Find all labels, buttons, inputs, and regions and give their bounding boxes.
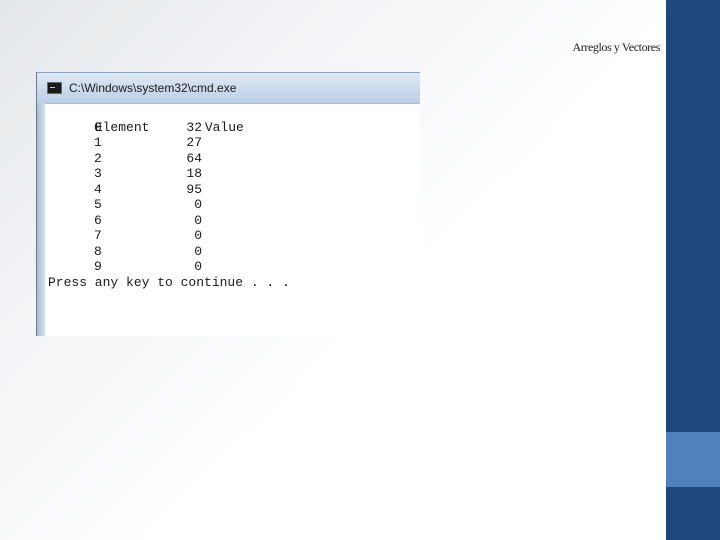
header-row: Element Value (48, 104, 420, 135)
element-value: 27 (186, 135, 202, 150)
table-row: 3 18 (48, 166, 420, 182)
element-value: 0 (194, 228, 202, 243)
element-value: 95 (186, 181, 202, 197)
element-value: 64 (186, 150, 202, 166)
cmd-window[interactable]: C:\Windows\system32\cmd.exe Element Value… (36, 72, 420, 336)
element-index: 9 (94, 259, 102, 274)
continue-prompt: Press any key to continue . . . (48, 274, 290, 290)
cmd-icon (47, 82, 62, 94)
sidebar-accent (666, 432, 720, 487)
cmd-left-border (37, 103, 45, 336)
table-row: 1 27 (48, 135, 420, 151)
header-value: Value (204, 119, 244, 135)
element-index: 3 (94, 166, 102, 181)
element-index: 6 (94, 212, 102, 228)
element-value: 0 (194, 243, 202, 259)
table-row: 80 (48, 244, 420, 260)
element-value: 0 (194, 197, 202, 212)
table-row: 4 95 (48, 182, 420, 198)
element-index: 4 (94, 181, 102, 197)
element-index: 2 (94, 150, 102, 166)
element-index: 8 (94, 243, 102, 259)
cmd-titlebar[interactable]: C:\Windows\system32\cmd.exe (37, 73, 420, 104)
table-row: 70 (48, 228, 420, 244)
cmd-title: C:\Windows\system32\cmd.exe (69, 81, 237, 95)
element-index: 1 (94, 135, 102, 150)
element-index: 5 (94, 197, 102, 212)
slide-title: Arreglos y Vectores (572, 40, 661, 54)
element-index: 0 (94, 119, 102, 135)
table-row: 50 (48, 197, 420, 213)
element-index: 7 (94, 228, 102, 243)
element-value: 0 (194, 259, 202, 274)
element-value: 0 (194, 212, 202, 228)
element-value: 18 (186, 166, 202, 181)
table-row: 90 (48, 259, 420, 275)
element-value: 32 (186, 119, 202, 135)
console-output[interactable]: Element Value 0 32 1 27 2 64 3 18 4 95 50 60 7… (48, 104, 420, 336)
table-row: 60 (48, 213, 420, 229)
table-row: 2 64 (48, 151, 420, 167)
